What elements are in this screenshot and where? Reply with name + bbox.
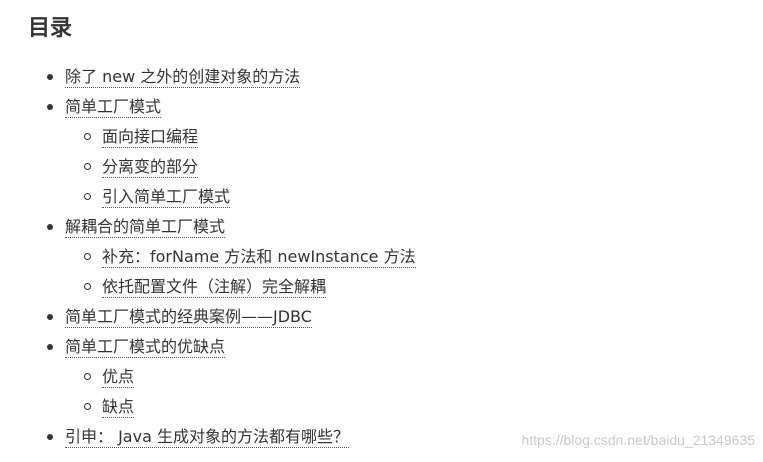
toc-item: 简单工厂模式的优缺点 — [0, 332, 416, 362]
toc-title: 目录 — [28, 16, 73, 41]
toc-item: 解耦合的简单工厂模式 — [0, 212, 416, 242]
toc-subitem: 依托配置文件（注解）完全解耦 — [0, 272, 416, 302]
disc-bullet-icon — [47, 104, 53, 110]
circle-bullet-icon — [84, 283, 91, 290]
circle-bullet-icon — [84, 253, 91, 260]
toc-subitem: 补充：forName 方法和 newInstance 方法 — [0, 242, 416, 272]
toc-subitem: 分离变的部分 — [0, 152, 416, 182]
disc-bullet-icon — [47, 74, 53, 80]
disc-bullet-icon — [47, 344, 53, 350]
disc-bullet-icon — [47, 434, 53, 440]
toc-link-introduce-simple-factory[interactable]: 引入简单工厂模式 — [102, 187, 231, 208]
toc-link-create-objects[interactable]: 除了 new 之外的创建对象的方法 — [65, 67, 301, 88]
toc-link-interface-programming[interactable]: 面向接口编程 — [102, 127, 199, 148]
toc-link-separate-changes[interactable]: 分离变的部分 — [102, 157, 199, 178]
disc-bullet-icon — [47, 224, 53, 230]
toc-subitem: 面向接口编程 — [0, 122, 416, 152]
toc-item: 引申： Java 生成对象的方法都有哪些？ — [0, 422, 416, 452]
toc-link-config-decoupling[interactable]: 依托配置文件（注解）完全解耦 — [102, 277, 327, 298]
circle-bullet-icon — [84, 373, 91, 380]
toc-subitem: 缺点 — [0, 392, 416, 422]
disc-bullet-icon — [47, 314, 53, 320]
toc-link-pros-cons[interactable]: 简单工厂模式的优缺点 — [65, 337, 226, 358]
toc-link-java-object-creation[interactable]: 引申： Java 生成对象的方法都有哪些？ — [65, 427, 349, 448]
toc-link-jdbc-case[interactable]: 简单工厂模式的经典案例——JDBC — [65, 307, 312, 328]
toc-link-pros[interactable]: 优点 — [102, 367, 135, 388]
toc-item: 简单工厂模式的经典案例——JDBC — [0, 302, 416, 332]
circle-bullet-icon — [84, 133, 91, 140]
toc-subitem: 优点 — [0, 362, 416, 392]
toc-link-simple-factory[interactable]: 简单工厂模式 — [65, 97, 162, 118]
circle-bullet-icon — [84, 193, 91, 200]
toc-link-decoupled-factory[interactable]: 解耦合的简单工厂模式 — [65, 217, 226, 238]
toc-item: 除了 new 之外的创建对象的方法 — [0, 62, 416, 92]
watermark-url: https://blog.csdn.net/baidu_21349635 — [521, 432, 755, 448]
toc-link-cons[interactable]: 缺点 — [102, 397, 135, 418]
toc-link-forname-newinstance[interactable]: 补充：forName 方法和 newInstance 方法 — [102, 247, 416, 268]
circle-bullet-icon — [84, 403, 91, 410]
toc-list: 除了 new 之外的创建对象的方法 简单工厂模式 面向接口编程 分离变的部分 引… — [0, 62, 416, 452]
toc-subitem: 引入简单工厂模式 — [0, 182, 416, 212]
toc-item: 简单工厂模式 — [0, 92, 416, 122]
circle-bullet-icon — [84, 163, 91, 170]
